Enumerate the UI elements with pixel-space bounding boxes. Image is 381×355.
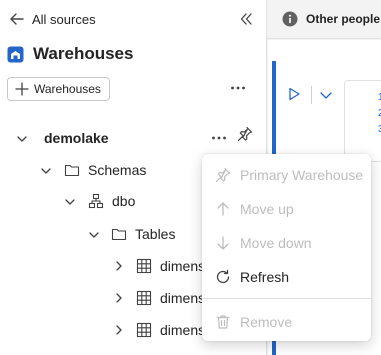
arrow-up-icon <box>214 200 232 218</box>
tree-item-demolake[interactable]: demolake <box>44 128 109 148</box>
menu-item-refresh[interactable]: Refresh <box>202 262 371 292</box>
tree-item-label: Tables <box>135 226 176 242</box>
arrow-left-icon <box>8 10 26 28</box>
schema-icon <box>88 193 104 209</box>
table-icon <box>136 322 152 338</box>
table-item[interactable]: dimens <box>136 288 205 308</box>
tree-item-schemas[interactable]: Schemas <box>64 160 146 180</box>
menu-item-label: Primary Warehouse <box>240 167 364 183</box>
table-icon <box>136 290 152 306</box>
menu-item-remove[interactable]: Remove <box>202 307 371 337</box>
trash-icon <box>214 313 232 331</box>
back-to-all-sources[interactable]: All sources <box>8 9 96 29</box>
tree-item-label: Schemas <box>88 162 147 178</box>
tree-item-dbo[interactable]: dbo <box>88 191 135 211</box>
chevron-right-icon[interactable] <box>113 324 125 336</box>
chevron-right-icon[interactable] <box>113 260 125 272</box>
more-options-icon[interactable] <box>210 129 228 147</box>
menu-item-move-up[interactable]: Move up <box>202 194 371 224</box>
table-item[interactable]: dimens <box>136 256 205 276</box>
menu-divider <box>202 298 371 299</box>
collapse-panel-icon[interactable] <box>236 9 256 29</box>
tree-item-label: dbo <box>112 193 136 209</box>
chevron-down-icon[interactable] <box>64 196 76 208</box>
menu-item-primary-warehouse[interactable]: Primary Warehouse <box>202 160 371 190</box>
table-icon <box>136 258 152 274</box>
divider <box>311 86 312 104</box>
table-item-label: dimens <box>160 258 206 274</box>
menu-item-label: Remove <box>240 314 293 330</box>
menu-item-label: Move up <box>240 201 294 217</box>
chevron-down-icon[interactable] <box>88 229 100 241</box>
back-label: All sources <box>32 11 96 27</box>
info-icon <box>282 11 298 27</box>
menu-item-label: Move down <box>240 235 312 251</box>
table-item-label: dimens <box>160 322 206 338</box>
tree-item-label: demolake <box>44 130 109 146</box>
chevron-down-icon[interactable] <box>40 165 52 177</box>
plus-icon <box>15 82 29 96</box>
menu-item-label: Refresh <box>240 269 290 285</box>
arrow-down-icon <box>214 234 232 252</box>
folder-icon <box>111 226 127 242</box>
more-options-icon[interactable] <box>229 79 247 97</box>
chevron-down-icon[interactable] <box>318 87 334 103</box>
pin-icon <box>214 166 232 184</box>
warehouse-icon <box>7 46 24 63</box>
page-title-text: Warehouses <box>33 44 134 63</box>
play-icon[interactable] <box>286 86 302 102</box>
chevron-right-icon[interactable] <box>113 292 125 304</box>
add-warehouses-button[interactable]: Warehouses <box>7 77 110 101</box>
code-cell[interactable] <box>344 80 381 162</box>
notice-text: Other people <box>306 12 381 26</box>
info-notice-bar: Other people <box>267 0 381 39</box>
menu-item-move-down[interactable]: Move down <box>202 228 371 258</box>
page-title: Warehouses <box>7 43 133 65</box>
chevron-down-icon[interactable] <box>16 133 28 145</box>
refresh-icon <box>214 268 232 286</box>
add-warehouses-label: Warehouses <box>34 82 101 96</box>
table-item[interactable]: dimens <box>136 320 205 340</box>
tree-item-tables[interactable]: Tables <box>111 224 175 244</box>
context-menu: Primary Warehouse Move up Move down Refr… <box>202 154 371 341</box>
folder-icon <box>64 162 80 178</box>
pin-icon[interactable] <box>236 125 254 143</box>
table-item-label: dimens <box>160 290 206 306</box>
